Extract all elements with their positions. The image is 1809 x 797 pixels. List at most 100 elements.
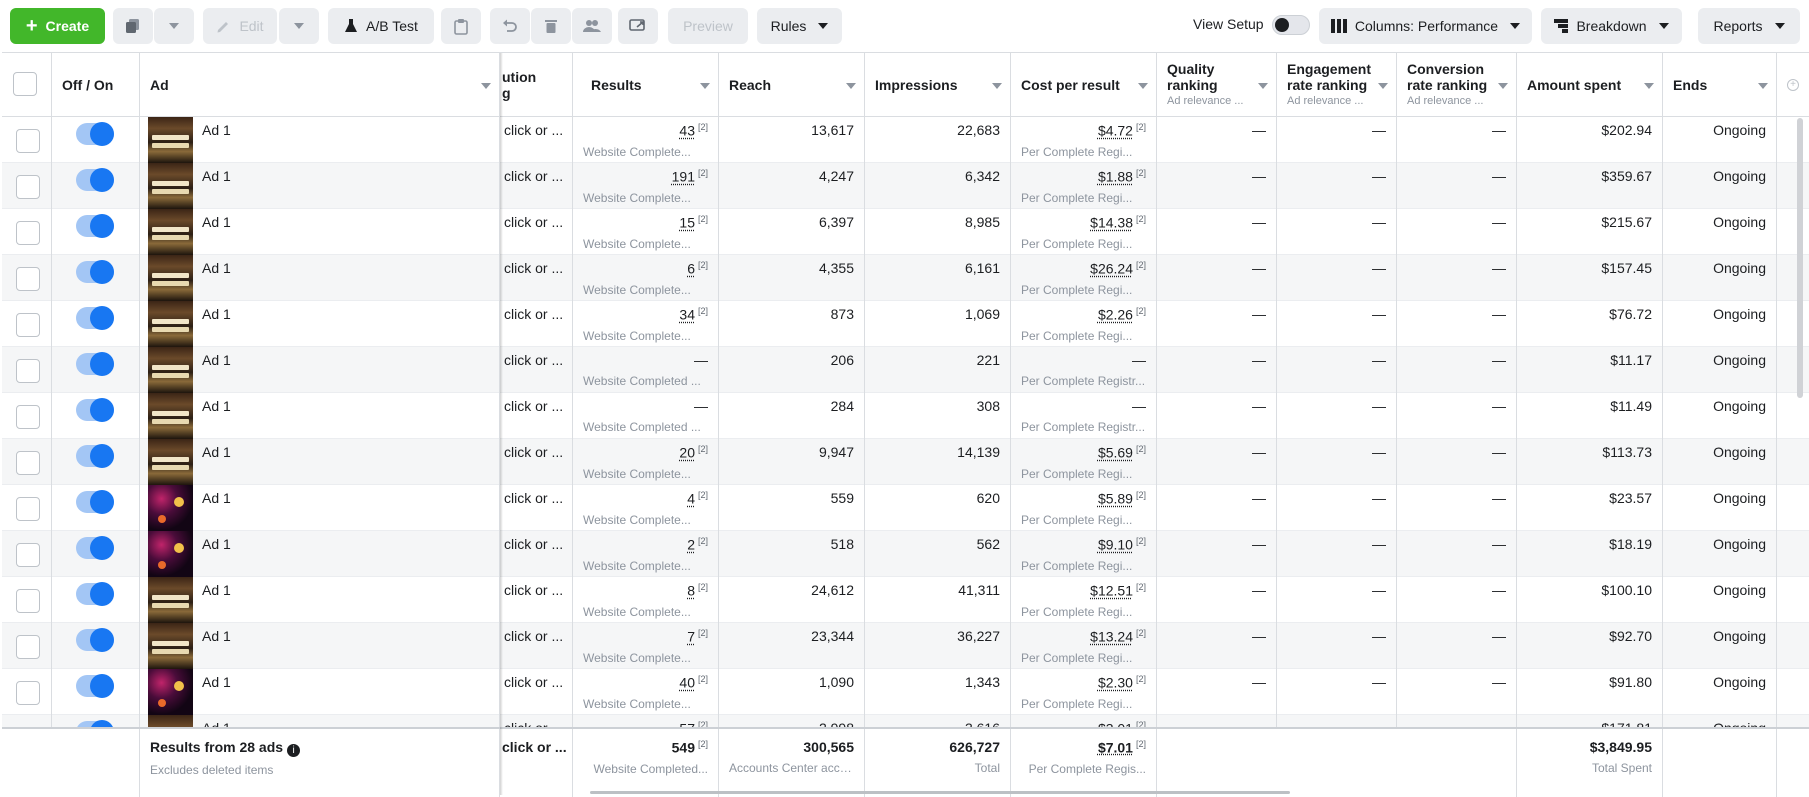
delete-button[interactable]	[531, 8, 571, 44]
results-value[interactable]: 43	[679, 123, 695, 139]
duplicate-dropdown-button[interactable]	[154, 8, 194, 44]
info-icon[interactable]: i	[287, 744, 300, 757]
audience-button[interactable]	[572, 8, 612, 44]
export-button[interactable]	[618, 8, 658, 44]
results-value[interactable]: 7	[687, 629, 695, 645]
duplicate-button[interactable]	[113, 8, 153, 44]
ad-on-off-toggle[interactable]	[76, 491, 114, 513]
row-checkbox[interactable]	[16, 635, 40, 659]
ad-on-off-toggle[interactable]	[76, 123, 114, 145]
cost-per-result-value[interactable]: $9.10	[1098, 537, 1133, 553]
row-checkbox[interactable]	[16, 681, 40, 705]
header-cost-per-result[interactable]: Cost per result	[1011, 53, 1157, 117]
ad-thumbnail[interactable]	[148, 439, 193, 485]
ad-name[interactable]: Ad 1	[202, 306, 231, 322]
view-setup-toggle[interactable]	[1272, 15, 1310, 35]
header-impressions[interactable]: Impressions	[865, 53, 1011, 117]
cost-per-result-value[interactable]: $2.26	[1098, 307, 1133, 323]
header-reach[interactable]: Reach	[719, 53, 865, 117]
cost-per-result-value[interactable]: $12.51	[1090, 583, 1133, 599]
edit-dropdown-button[interactable]	[279, 8, 319, 44]
header-attribution[interactable]: ution g	[500, 53, 573, 117]
ad-name[interactable]: Ad 1	[202, 168, 231, 184]
ad-thumbnail[interactable]	[148, 393, 193, 439]
cell-ad[interactable]: Ad 1	[140, 347, 500, 393]
results-value[interactable]: 4	[687, 491, 695, 507]
ad-name[interactable]: Ad 1	[202, 582, 231, 598]
ad-on-off-toggle[interactable]	[76, 675, 114, 697]
cost-per-result-value[interactable]: $5.89	[1098, 491, 1133, 507]
row-checkbox[interactable]	[16, 589, 40, 613]
ad-thumbnail[interactable]	[148, 531, 193, 577]
row-checkbox[interactable]	[16, 267, 40, 291]
ad-on-off-toggle[interactable]	[76, 399, 114, 421]
select-all-checkbox[interactable]	[13, 72, 37, 96]
results-value[interactable]: 34	[679, 307, 695, 323]
row-checkbox[interactable]	[16, 451, 40, 475]
cell-ad[interactable]: Ad 1	[140, 531, 500, 577]
cost-per-result-value[interactable]: $4.72	[1098, 123, 1133, 139]
row-checkbox[interactable]	[16, 497, 40, 521]
columns-button[interactable]: Columns: Performance	[1319, 8, 1532, 44]
cost-per-result-value[interactable]: $5.69	[1098, 445, 1133, 461]
ad-on-off-toggle[interactable]	[76, 583, 114, 605]
header-engagement-ranking[interactable]: Engagement rate ranking Ad relevance ...	[1277, 53, 1397, 117]
cell-ad[interactable]: Ad 1	[140, 163, 500, 209]
header-conversion-ranking[interactable]: Conversion rate ranking Ad relevance ...	[1397, 53, 1517, 117]
cost-per-result-value[interactable]: $26.24	[1090, 261, 1133, 277]
add-column-button[interactable]: +	[1777, 53, 1809, 117]
ad-name[interactable]: Ad 1	[202, 214, 231, 230]
cell-ad[interactable]: Ad 1	[140, 393, 500, 439]
cell-ad[interactable]: Ad 1	[140, 715, 500, 727]
vertical-scrollbar[interactable]	[1797, 118, 1803, 398]
ad-name[interactable]: Ad 1	[202, 536, 231, 552]
ad-name[interactable]: Ad 1	[202, 444, 231, 460]
ad-name[interactable]: Ad 1	[202, 398, 231, 414]
create-button[interactable]: + Create	[10, 8, 105, 44]
ad-thumbnail[interactable]	[148, 163, 193, 209]
header-amount-spent[interactable]: Amount spent	[1517, 53, 1663, 117]
ad-name[interactable]: Ad 1	[202, 628, 231, 644]
clipboard-button[interactable]	[441, 8, 481, 44]
ad-thumbnail[interactable]	[148, 117, 193, 163]
ad-thumbnail[interactable]	[148, 715, 193, 727]
cell-ad[interactable]: Ad 1	[140, 301, 500, 347]
cost-per-result-value[interactable]: $14.38	[1090, 215, 1133, 231]
undo-button[interactable]	[490, 8, 530, 44]
ad-name[interactable]: Ad 1	[202, 260, 231, 276]
results-value[interactable]: 2	[687, 537, 695, 553]
row-checkbox[interactable]	[16, 359, 40, 383]
cost-per-result-value[interactable]: $2.30	[1098, 675, 1133, 691]
ad-on-off-toggle[interactable]	[76, 169, 114, 191]
ab-test-button[interactable]: A/B Test	[328, 8, 434, 44]
ad-on-off-toggle[interactable]	[76, 353, 114, 375]
results-value[interactable]: 20	[679, 445, 695, 461]
cost-per-result-value[interactable]: $1.88	[1098, 169, 1133, 185]
cell-ad[interactable]: Ad 1	[140, 439, 500, 485]
ad-thumbnail[interactable]	[148, 347, 193, 393]
header-off-on[interactable]: Off / On	[52, 53, 140, 117]
results-value[interactable]: 40	[679, 675, 695, 691]
header-results[interactable]: Results	[573, 53, 719, 117]
row-checkbox[interactable]	[16, 175, 40, 199]
edit-button[interactable]: Edit	[203, 8, 277, 44]
results-value[interactable]: 191	[672, 169, 695, 185]
cost-per-result-value[interactable]: $13.24	[1090, 629, 1133, 645]
ad-thumbnail[interactable]	[148, 209, 193, 255]
breakdown-button[interactable]: Breakdown	[1541, 8, 1682, 44]
cell-ad[interactable]: Ad 1	[140, 577, 500, 623]
ad-thumbnail[interactable]	[148, 301, 193, 347]
ad-thumbnail[interactable]	[148, 669, 193, 715]
ad-name[interactable]: Ad 1	[202, 122, 231, 138]
row-checkbox[interactable]	[16, 129, 40, 153]
ad-name[interactable]: Ad 1	[202, 352, 231, 368]
ad-on-off-toggle[interactable]	[76, 537, 114, 559]
row-checkbox[interactable]	[16, 221, 40, 245]
header-ends[interactable]: Ends	[1663, 53, 1777, 117]
ad-name[interactable]: Ad 1	[202, 490, 231, 506]
row-checkbox[interactable]	[16, 405, 40, 429]
cell-ad[interactable]: Ad 1	[140, 117, 500, 163]
preview-button[interactable]: Preview	[668, 8, 748, 44]
header-ad[interactable]: Ad	[140, 53, 500, 117]
reports-button[interactable]: Reports	[1698, 8, 1800, 44]
